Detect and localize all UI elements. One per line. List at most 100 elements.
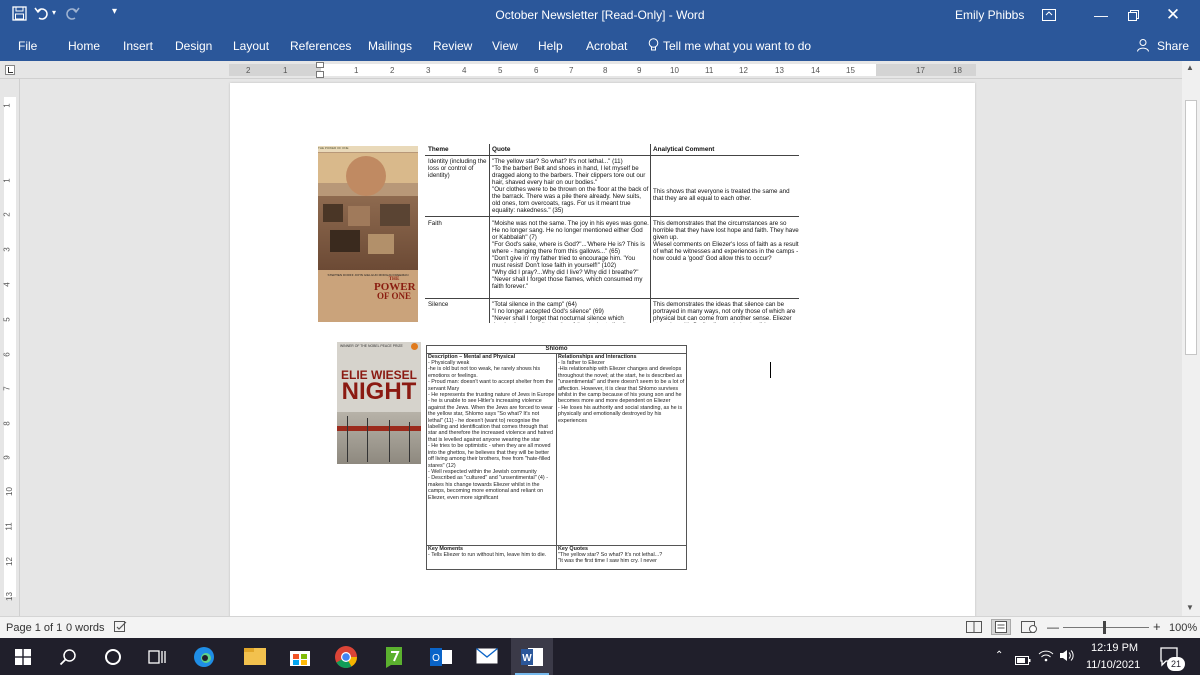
ruler-tick: 6 bbox=[534, 66, 539, 75]
search-icon[interactable] bbox=[59, 648, 77, 671]
svg-text:W: W bbox=[522, 653, 532, 664]
zoom-slider-thumb[interactable] bbox=[1103, 621, 1106, 634]
volume-icon[interactable] bbox=[1059, 649, 1075, 667]
scroll-down-icon[interactable]: ▼ bbox=[1186, 603, 1194, 612]
word-count[interactable]: 0 words bbox=[66, 622, 105, 634]
moments-body: - Tells Eliezer to run without him, leav… bbox=[428, 552, 547, 558]
page-count[interactable]: Page 1 of 1 bbox=[6, 622, 62, 634]
tab-home[interactable]: Home bbox=[68, 39, 100, 53]
tab-view[interactable]: View bbox=[492, 39, 518, 53]
scroll-up-icon[interactable]: ▲ bbox=[1186, 63, 1194, 72]
green-app-icon[interactable] bbox=[383, 645, 405, 674]
night-book-cover[interactable]: WINNER OF THE NOBEL PEACE PRIZE ELIE WIE… bbox=[337, 342, 421, 464]
ruler-tick: 1 bbox=[2, 103, 12, 108]
ruler-tick: 4 bbox=[462, 66, 467, 75]
vertical-ruler[interactable]: 1 1 2 3 4 5 6 7 8 9 10 11 12 13 bbox=[0, 79, 20, 616]
document-canvas[interactable]: THE POWER OF ONE STEPHEN DORFF JOHN GIEL… bbox=[20, 79, 1182, 616]
notification-count[interactable]: 21 bbox=[1167, 657, 1185, 671]
shlomo-title: Shlomo bbox=[545, 346, 568, 352]
ruler-tick: 1 bbox=[2, 178, 12, 183]
ruler-tick: 12 bbox=[739, 66, 748, 75]
ruler-tick: 8 bbox=[603, 66, 608, 75]
file-explorer-icon[interactable] bbox=[243, 645, 267, 672]
text-cursor bbox=[770, 362, 771, 378]
clock-time[interactable]: 12:19 PM bbox=[1091, 642, 1138, 654]
ruler-text-area bbox=[321, 64, 876, 76]
comment-silence: This demonstrates the ideas that silence… bbox=[653, 301, 796, 323]
read-mode-icon[interactable] bbox=[966, 621, 982, 636]
share-person-icon[interactable] bbox=[1136, 38, 1150, 55]
ruler-tick: 7 bbox=[2, 386, 12, 391]
horizontal-ruler[interactable]: 2 1 1 2 3 4 5 6 7 8 9 10 11 12 13 14 15 … bbox=[0, 61, 1200, 79]
ruler-tick: 13 bbox=[775, 66, 784, 75]
table-header-theme: Theme bbox=[428, 146, 449, 153]
mail-icon[interactable] bbox=[476, 647, 498, 669]
chrome-icon[interactable] bbox=[334, 645, 358, 674]
poster-title-3: OF ONE bbox=[377, 291, 411, 301]
theme-faith: Faith bbox=[428, 220, 442, 227]
ruler-tick: 1 bbox=[354, 66, 359, 75]
print-layout-icon[interactable] bbox=[991, 619, 1011, 635]
windows-start-icon[interactable] bbox=[15, 649, 31, 670]
battery-icon[interactable] bbox=[1015, 652, 1031, 670]
tab-file[interactable]: File bbox=[18, 39, 37, 53]
tab-selector[interactable] bbox=[5, 65, 15, 75]
quote-identity: "The yellow star? So what? It's not leth… bbox=[492, 158, 649, 214]
ruler-tick: 6 bbox=[2, 352, 12, 357]
theme-silence: Silence bbox=[428, 301, 449, 308]
edge-icon[interactable] bbox=[192, 645, 216, 674]
wifi-icon[interactable] bbox=[1038, 649, 1054, 667]
book-title: NIGHT bbox=[341, 378, 417, 405]
ribbon-display-options-icon[interactable] bbox=[1042, 8, 1056, 26]
proofing-icon[interactable] bbox=[114, 621, 128, 636]
tab-help[interactable]: Help bbox=[538, 39, 563, 53]
power-of-one-poster[interactable]: THE POWER OF ONE STEPHEN DORFF JOHN GIEL… bbox=[318, 146, 418, 322]
clock-date[interactable]: 11/10/2021 bbox=[1086, 659, 1140, 671]
ribbon-tabs: File Home Insert Design Layout Reference… bbox=[0, 31, 1200, 61]
tab-insert[interactable]: Insert bbox=[123, 39, 153, 53]
comment-faith: This demonstrates that the circumstances… bbox=[653, 220, 799, 262]
tab-review[interactable]: Review bbox=[433, 39, 472, 53]
zoom-level[interactable]: 100% bbox=[1169, 622, 1197, 634]
left-indent-marker[interactable] bbox=[316, 71, 324, 78]
ruler-tick: 2 bbox=[246, 66, 251, 75]
ruler-tick: 10 bbox=[4, 487, 14, 496]
book-banner: WINNER OF THE NOBEL PEACE PRIZE bbox=[340, 344, 403, 348]
table-header-comment: Analytical Comment bbox=[653, 146, 715, 153]
ruler-tick: 5 bbox=[498, 66, 503, 75]
lightbulb-icon[interactable] bbox=[648, 38, 659, 55]
ruler-margin-left bbox=[229, 64, 321, 76]
tell-me-search[interactable]: Tell me what you want to do bbox=[663, 39, 811, 53]
zoom-in-icon[interactable]: + bbox=[1153, 619, 1161, 634]
zoom-out-icon[interactable]: — bbox=[1047, 620, 1059, 634]
tab-references[interactable]: References bbox=[290, 39, 351, 53]
tab-mailings[interactable]: Mailings bbox=[368, 39, 412, 53]
tab-design[interactable]: Design bbox=[175, 39, 212, 53]
task-view-icon[interactable] bbox=[148, 648, 166, 671]
table-header-quote: Quote bbox=[492, 146, 511, 153]
ruler-tick: 2 bbox=[2, 212, 12, 217]
cortana-icon[interactable] bbox=[104, 648, 122, 671]
status-bar: Page 1 of 1 0 words — + 100% bbox=[0, 616, 1200, 638]
ruler-tick: 9 bbox=[2, 455, 12, 460]
tab-acrobat[interactable]: Acrobat bbox=[586, 39, 627, 53]
poster-face bbox=[346, 156, 386, 196]
microsoft-store-icon[interactable] bbox=[289, 645, 311, 672]
zoom-slider[interactable] bbox=[1063, 627, 1149, 628]
vertical-scrollbar[interactable]: ▲ ▼ bbox=[1182, 61, 1200, 616]
scroll-thumb[interactable] bbox=[1185, 100, 1197, 355]
user-name[interactable]: Emily Phibbs bbox=[955, 8, 1024, 22]
show-hidden-icons[interactable]: ⌃ bbox=[995, 650, 1003, 661]
tab-layout[interactable]: Layout bbox=[233, 39, 269, 53]
share-button[interactable]: Share bbox=[1157, 39, 1189, 53]
word-taskbar-active[interactable]: W bbox=[511, 638, 553, 675]
document-page[interactable]: THE POWER OF ONE STEPHEN DORFF JOHN GIEL… bbox=[230, 83, 975, 616]
poster-tagline: THE POWER OF ONE bbox=[318, 146, 418, 152]
close-icon[interactable]: ✕ bbox=[1150, 0, 1196, 31]
ruler-tick: 11 bbox=[705, 66, 714, 75]
web-layout-icon[interactable] bbox=[1021, 621, 1037, 636]
theme-identity: Identity (including the loss or control … bbox=[428, 158, 487, 179]
ruler-tick: 7 bbox=[569, 66, 574, 75]
outlook-icon[interactable]: O bbox=[429, 646, 453, 673]
first-line-indent-marker[interactable] bbox=[316, 62, 324, 68]
